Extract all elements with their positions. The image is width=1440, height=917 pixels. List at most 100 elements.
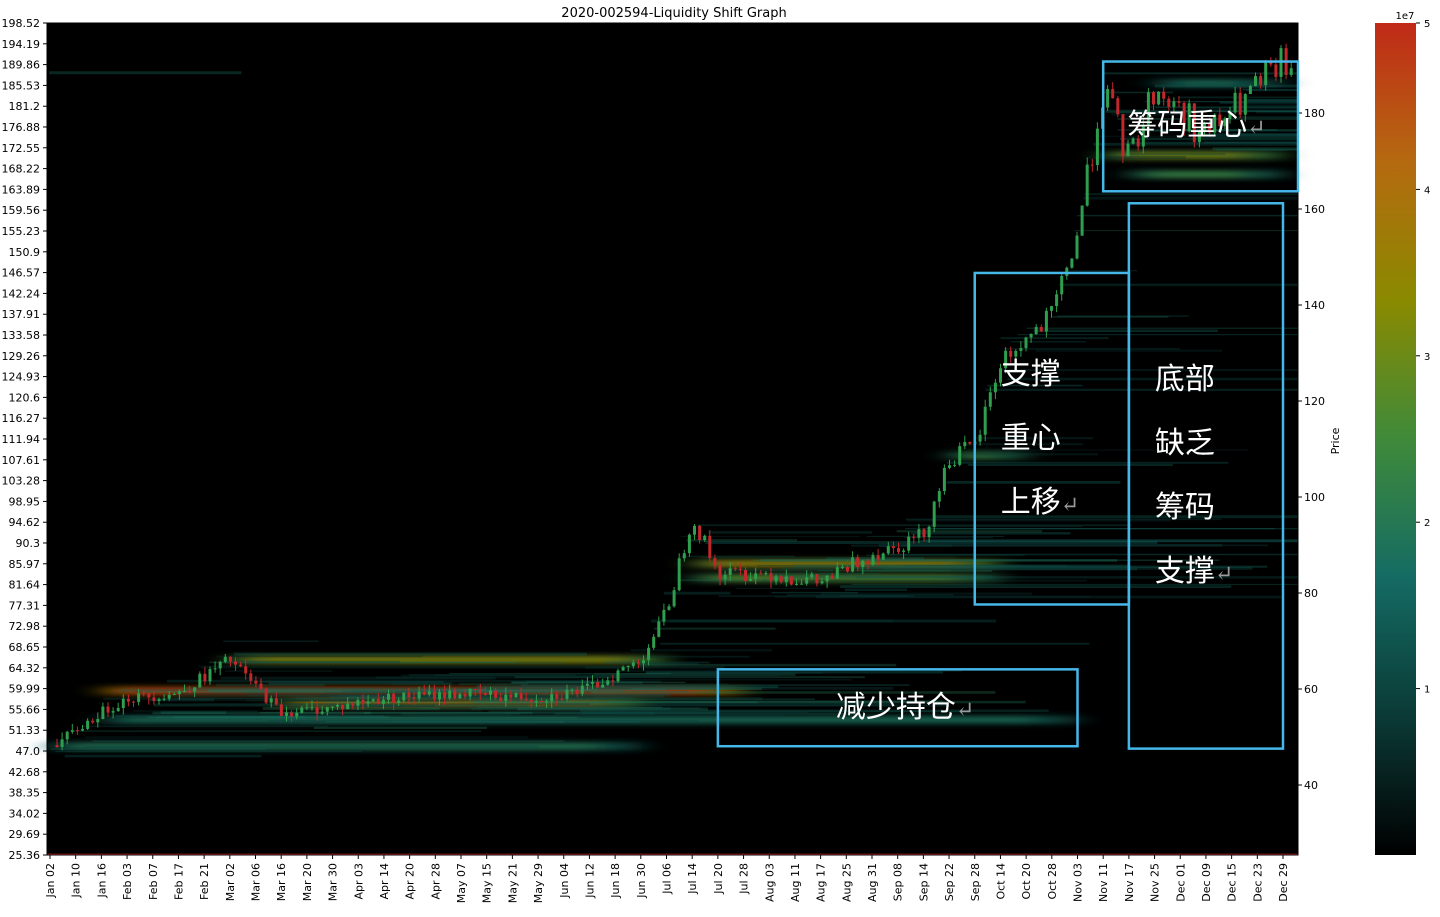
candle-body	[1085, 164, 1089, 206]
left-y-tick-label: 107.61	[2, 454, 41, 467]
candle-body	[1095, 128, 1099, 166]
left-y-tick-label: 129.26	[2, 350, 41, 363]
left-y-tick-label: 168.22	[2, 163, 41, 176]
candle-body	[443, 692, 447, 699]
left-y-tick-label: 120.6	[9, 391, 41, 404]
candle-body	[810, 574, 814, 578]
left-y-tick-label: 98.95	[9, 495, 41, 508]
left-y-tick-label: 81.64	[9, 579, 41, 592]
candle-body	[881, 553, 885, 560]
colorbar-tick-label: 1	[1424, 685, 1430, 696]
candle-body	[1274, 64, 1278, 77]
annotation-line: 支撑	[1000, 356, 1061, 392]
candle-body	[764, 573, 768, 575]
candle-body	[1034, 326, 1038, 334]
candle-body	[1050, 306, 1053, 311]
x-tick-label: Apr 14	[378, 863, 391, 900]
candle-body	[733, 568, 737, 570]
left-y-tick-label: 198.52	[2, 17, 41, 30]
candle-body	[228, 656, 232, 662]
colorbar-tick-label: 5	[1424, 19, 1430, 30]
annotation-label: 支撑 重心 上移↵	[1001, 343, 1125, 538]
candle-body	[499, 697, 503, 701]
x-tick-label: Aug 25	[840, 863, 853, 902]
candle-body	[407, 692, 411, 698]
candle-body	[376, 699, 380, 704]
left-y-tick-label: 163.89	[2, 183, 41, 196]
candle-body	[1248, 85, 1252, 94]
annotation-line: 筹码	[1154, 489, 1215, 525]
candle-body	[835, 567, 839, 579]
left-y-tick-label: 172.55	[2, 142, 41, 155]
candle-body	[366, 701, 370, 704]
candle-body	[96, 719, 100, 723]
candle-body	[351, 703, 355, 706]
left-y-tick-label: 42.68	[9, 766, 41, 779]
candle-body	[65, 731, 69, 740]
candle-body	[295, 712, 299, 717]
left-y-tick-label: 59.99	[9, 683, 41, 696]
x-tick-label: Nov 17	[1123, 863, 1136, 902]
candle-body	[866, 560, 870, 565]
x-tick-label: Nov 11	[1097, 863, 1110, 902]
candle-body	[320, 711, 324, 714]
candle-body	[218, 661, 222, 669]
x-axis: Jan 02 Jan 10 Jan 16 Feb 03 Feb 07 Feb 17 Feb …	[44, 855, 1290, 903]
candle-body	[213, 668, 217, 670]
candle-body	[672, 590, 676, 607]
candle-body	[223, 656, 227, 662]
candle-body	[1039, 326, 1043, 332]
candle-body	[417, 691, 421, 699]
candle-body	[116, 707, 120, 712]
candle-body	[1055, 294, 1059, 307]
candle-body	[815, 574, 819, 584]
candle-body	[1254, 76, 1257, 86]
candle-body	[81, 728, 84, 731]
candle-body	[937, 491, 941, 502]
candle-body	[509, 694, 513, 698]
candle-body	[805, 577, 809, 584]
candle-body	[886, 546, 890, 554]
candle-body	[269, 698, 273, 703]
candle-body	[749, 578, 753, 581]
candle-body	[387, 693, 390, 700]
candle-body	[647, 647, 651, 661]
left-y-tick-label: 51.33	[9, 724, 41, 737]
density-band	[1148, 171, 1243, 177]
candle-body	[514, 693, 518, 698]
candle-body	[891, 546, 895, 549]
candle-body	[1116, 98, 1120, 115]
candle-body	[830, 575, 834, 579]
candle-body	[779, 576, 783, 583]
candle-body	[565, 689, 569, 699]
right-axis-label: Price	[1329, 427, 1342, 454]
candle-body	[626, 666, 630, 668]
x-tick-label: Sep 28	[969, 863, 982, 901]
candle-body	[1259, 76, 1263, 85]
candle-body	[1289, 68, 1293, 75]
left-y-tick-label: 159.56	[2, 204, 41, 217]
candle-body	[172, 694, 176, 696]
candle-body	[784, 576, 788, 583]
x-tick-label: Dec 09	[1200, 863, 1213, 902]
left-y-tick-label: 176.88	[2, 121, 41, 134]
candle-body	[942, 467, 946, 492]
x-tick-label: Jun 04	[558, 863, 571, 899]
candle-body	[1029, 333, 1033, 338]
candle-body	[606, 680, 610, 685]
candle-body	[687, 534, 691, 554]
candle-body	[825, 575, 829, 582]
candle-body	[774, 576, 778, 582]
candle-body	[616, 670, 620, 682]
candle-body	[489, 690, 492, 695]
candle-body	[846, 567, 849, 572]
candle-body	[91, 720, 95, 723]
chart-title: 2020-002594-Liquidity Shift Graph	[561, 6, 786, 21]
x-tick-label: Mar 20	[301, 863, 314, 901]
candle-body	[601, 684, 605, 688]
return-mark-icon: ↵	[1060, 492, 1080, 518]
candle-body	[1080, 205, 1084, 236]
x-tick-label: Dec 01	[1174, 863, 1187, 902]
candle-body	[1070, 258, 1074, 268]
left-y-tick-label: 150.9	[9, 246, 41, 259]
